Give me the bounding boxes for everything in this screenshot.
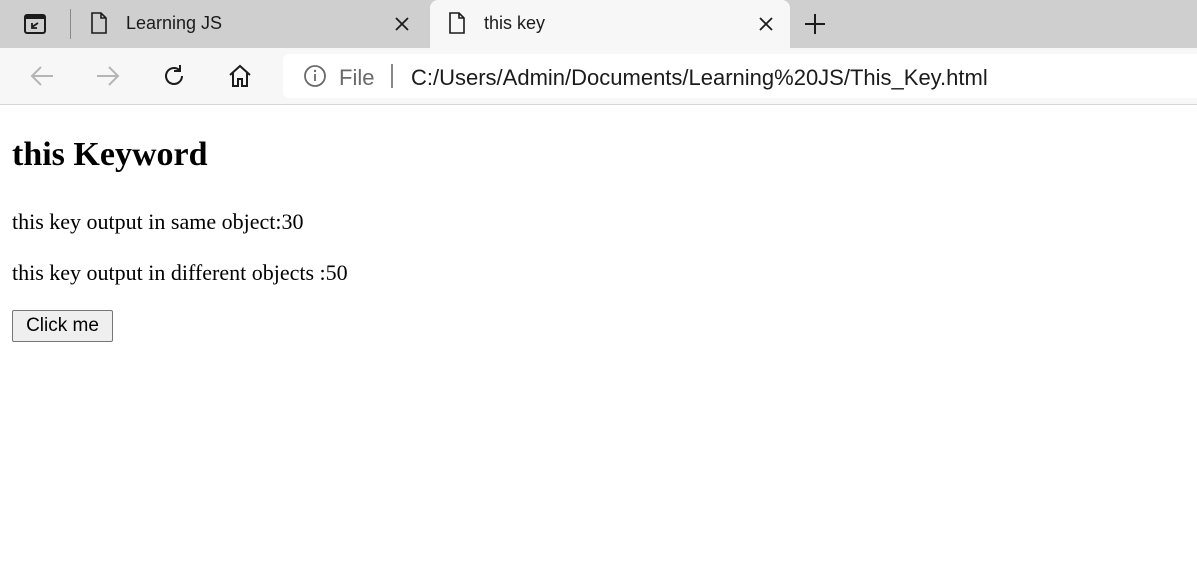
tab-learning-js[interactable]: Learning JS (72, 0, 426, 48)
refresh-button[interactable] (158, 60, 190, 92)
page-icon (449, 12, 465, 34)
close-icon (395, 17, 409, 31)
address-bar[interactable]: File C:/Users/Admin/Documents/Learning%2… (283, 54, 1197, 98)
tab-actions-button[interactable] (18, 10, 52, 38)
new-tab-button[interactable] (800, 9, 830, 39)
tab-this-key[interactable]: this key (430, 0, 790, 48)
navigation-toolbar: File C:/Users/Admin/Documents/Learning%2… (0, 48, 1197, 105)
page-icon (91, 12, 107, 34)
tab-actions-icon (24, 14, 46, 34)
page-content: this Keyword this key output in same obj… (0, 106, 1197, 571)
click-me-button[interactable]: Click me (12, 310, 113, 342)
output-different-objects: this key output in different objects :50 (12, 260, 348, 285)
back-arrow-icon (30, 66, 53, 86)
output-same-object: this key output in same object:30 (12, 209, 304, 234)
info-icon[interactable] (303, 64, 327, 88)
address-url[interactable]: C:/Users/Admin/Documents/Learning%20JS/T… (411, 65, 988, 91)
page-heading: this Keyword (12, 136, 208, 173)
address-scheme-label: File (339, 65, 375, 90)
plus-icon (805, 14, 825, 34)
back-button[interactable] (26, 60, 58, 92)
forward-button[interactable] (92, 60, 124, 92)
home-icon (229, 64, 251, 87)
tab-separator (70, 9, 71, 39)
home-button[interactable] (224, 60, 256, 92)
refresh-icon (165, 65, 183, 85)
close-icon (759, 17, 773, 31)
close-tab-button[interactable] (756, 14, 776, 34)
forward-arrow-icon (97, 66, 120, 86)
tab-strip: Learning JS this key (0, 0, 1197, 48)
address-separator (391, 64, 393, 88)
tab-title: this key (484, 13, 546, 33)
tab-title: Learning JS (126, 13, 223, 33)
close-tab-button[interactable] (392, 14, 412, 34)
